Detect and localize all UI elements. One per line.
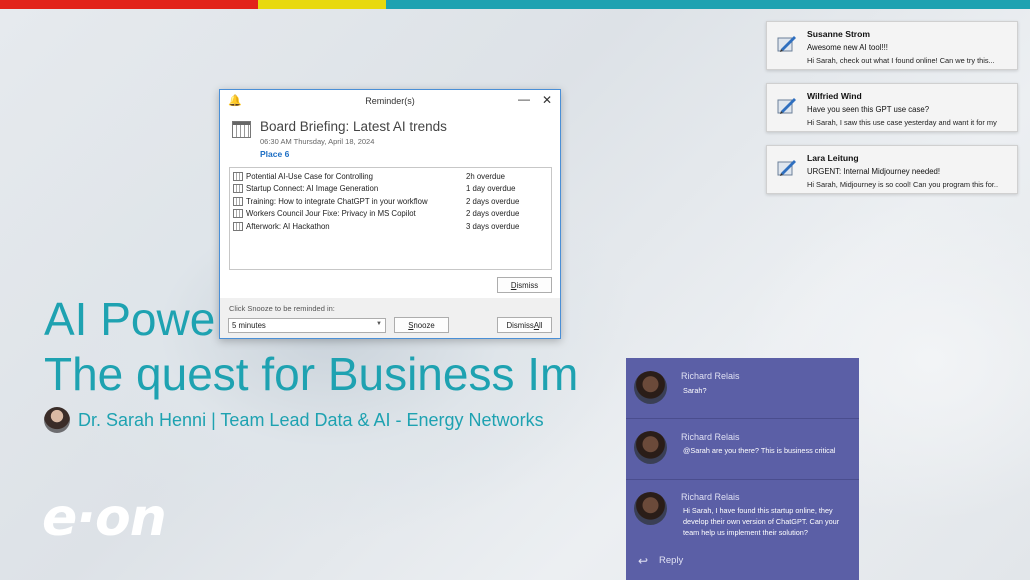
reminder-item-due: 1 day overdue bbox=[466, 184, 516, 194]
notification-sender: Susanne Strom bbox=[807, 29, 871, 39]
calendar-icon bbox=[232, 121, 251, 138]
reminder-item-due: 2 days overdue bbox=[466, 196, 520, 206]
reply-icon: ↩ bbox=[638, 554, 649, 568]
message-text: @Sarah are you there? This is business c… bbox=[683, 446, 836, 455]
message-text: Sarah? bbox=[683, 386, 707, 395]
snooze-select-value: 5 minutes bbox=[232, 321, 266, 330]
top-color-bar bbox=[0, 0, 1030, 9]
reminder-item-name: Workers Council Jour Fixe: Privacy in MS… bbox=[246, 209, 416, 219]
color-bar-red bbox=[0, 0, 258, 9]
reminder-event-header: Board Briefing: Latest AI trends 06:30 A… bbox=[260, 119, 447, 159]
reminder-list-item[interactable]: Training: How to integrate ChatGPT in yo… bbox=[233, 195, 548, 208]
event-title: Board Briefing: Latest AI trends bbox=[260, 119, 447, 134]
chevron-down-icon: ▼ bbox=[376, 321, 382, 327]
reminder-item-due: 3 days overdue bbox=[466, 221, 520, 231]
reminder-window-title: Reminder(s) bbox=[365, 96, 415, 106]
mail-icon bbox=[777, 160, 796, 176]
color-bar-teal bbox=[386, 0, 1030, 9]
calendar-item-icon bbox=[233, 184, 243, 194]
reminder-item-name: Afterwork: AI Hackathon bbox=[246, 221, 330, 231]
snooze-select[interactable]: 5 minutes ▼ bbox=[228, 318, 386, 333]
reminder-list-item[interactable]: Workers Council Jour Fixe: Privacy in MS… bbox=[233, 208, 548, 221]
slide-title-line1: AI Powe bbox=[44, 293, 216, 345]
message-sender: Richard Relais bbox=[681, 432, 740, 442]
chat-message[interactable]: Richard Relais Sarah? bbox=[626, 358, 859, 419]
author-line: Dr. Sarah Henni | Team Lead Data & AI - … bbox=[44, 407, 544, 433]
message-sender: Richard Relais bbox=[681, 492, 740, 502]
snooze-prompt: Click Snooze to be reminded in: bbox=[229, 304, 335, 313]
snooze-panel: Click Snooze to be reminded in: 5 minute… bbox=[220, 298, 560, 338]
avatar bbox=[634, 492, 667, 525]
chat-message[interactable]: Richard Relais @Sarah are you there? Thi… bbox=[626, 419, 859, 480]
mail-notification[interactable]: Susanne Strom Awesome new AI tool!!! Hi … bbox=[766, 21, 1018, 70]
reminder-item-name: Potential AI-Use Case for Controlling bbox=[246, 171, 373, 181]
snooze-button[interactable]: Snooze bbox=[394, 317, 449, 333]
reminder-titlebar: 🔔 Reminder(s) — ✕ bbox=[220, 90, 560, 114]
event-place[interactable]: Place 6 bbox=[260, 149, 447, 159]
chat-panel: Richard Relais Sarah? Richard Relais @Sa… bbox=[626, 358, 859, 580]
notification-preview: Hi Sarah, I saw this use case yesterday … bbox=[807, 118, 997, 127]
notification-sender: Lara Leitung bbox=[807, 153, 859, 163]
reminder-item-name: Startup Connect: AI Image Generation bbox=[246, 184, 379, 194]
calendar-item-icon bbox=[233, 221, 243, 231]
eon-logo: e·on bbox=[42, 488, 167, 548]
minimize-icon[interactable]: — bbox=[518, 92, 530, 106]
mail-icon bbox=[777, 36, 796, 52]
notification-preview: Hi Sarah, check out what I found online!… bbox=[807, 56, 995, 65]
event-time: 06:30 AM Thursday, April 18, 2024 bbox=[260, 137, 375, 146]
dismiss-all-button[interactable]: Dismiss All bbox=[497, 317, 552, 333]
author-text: Dr. Sarah Henni | Team Lead Data & AI - … bbox=[78, 409, 544, 430]
notification-preview: Hi Sarah, Midjourney is so cool! Can you… bbox=[807, 180, 999, 189]
notification-sender: Wilfried Wind bbox=[807, 91, 862, 101]
calendar-item-icon bbox=[233, 196, 243, 206]
calendar-item-icon bbox=[233, 209, 243, 219]
reply-label: Reply bbox=[659, 555, 684, 566]
message-sender: Richard Relais bbox=[681, 371, 740, 381]
avatar bbox=[634, 431, 667, 464]
mail-notification[interactable]: Lara Leitung URGENT: Internal Midjourney… bbox=[766, 145, 1018, 194]
mail-notification[interactable]: Wilfried Wind Have you seen this GPT use… bbox=[766, 83, 1018, 132]
avatar bbox=[634, 371, 667, 404]
notification-subject: URGENT: Internal Midjourney needed! bbox=[807, 167, 941, 176]
reminder-item-name: Training: How to integrate ChatGPT in yo… bbox=[246, 196, 428, 206]
calendar-item-icon bbox=[233, 171, 243, 181]
reminder-window: 🔔 Reminder(s) — ✕ Board Briefing: Latest… bbox=[219, 89, 561, 339]
notification-subject: Awesome new AI tool!!! bbox=[807, 43, 888, 52]
reminder-item-due: 2h overdue bbox=[466, 171, 506, 181]
reminder-list-item[interactable]: Afterwork: AI Hackathon 3 days overdue bbox=[233, 220, 548, 233]
reply-button[interactable]: ↩ Reply bbox=[626, 544, 859, 580]
color-bar-yellow bbox=[258, 0, 386, 9]
reminder-list-item[interactable]: Potential AI-Use Case for Controlling 2h… bbox=[233, 170, 548, 183]
dismiss-button[interactable]: Dismiss bbox=[497, 277, 552, 293]
reminder-item-due: 2 days overdue bbox=[466, 209, 520, 219]
slide-title-line2: The quest for Business Im bbox=[44, 348, 579, 400]
reminder-list-item[interactable]: Startup Connect: AI Image Generation 1 d… bbox=[233, 183, 548, 196]
reminder-list[interactable]: Potential AI-Use Case for Controlling 2h… bbox=[229, 167, 552, 270]
author-avatar bbox=[44, 407, 70, 433]
chat-message[interactable]: Richard Relais Hi Sarah, I have found th… bbox=[626, 480, 859, 544]
notification-subject: Have you seen this GPT use case? bbox=[807, 105, 930, 114]
close-icon[interactable]: ✕ bbox=[542, 93, 552, 107]
mail-icon bbox=[777, 98, 796, 114]
message-text: Hi Sarah, I have found this startup onli… bbox=[683, 506, 840, 537]
